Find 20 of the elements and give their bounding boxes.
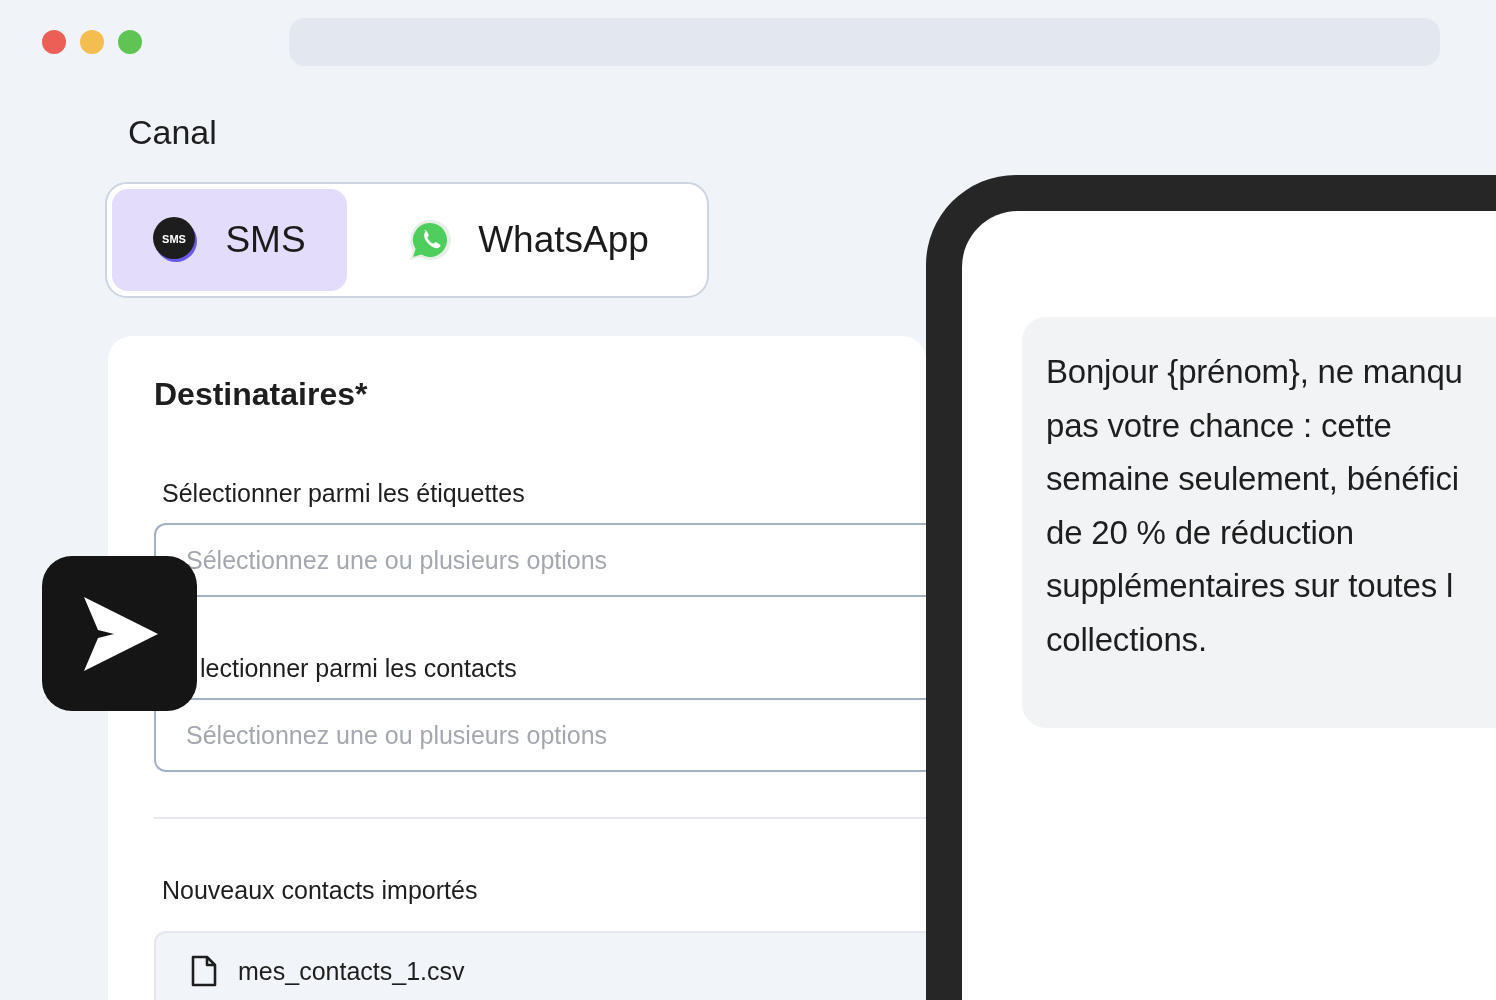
channel-tab[interactable]: SMS SMS [112, 189, 347, 291]
file-name: mes_contacts_1.csv [238, 956, 465, 986]
message-line: semaine seulement, bénéfici [1046, 459, 1460, 499]
window-control-dot[interactable] [118, 30, 142, 54]
window-control-dot[interactable] [42, 30, 66, 54]
field-label: Nouveaux contacts importés [162, 875, 479, 905]
card-title: Destinataires* [154, 375, 369, 414]
phone-chat-icon [408, 218, 453, 262]
field-label: lectionner parmi les contacts [200, 653, 518, 683]
message-line: collections. [1046, 619, 1208, 660]
message-line: Bonjour {prénom}, ne manqu [1046, 352, 1464, 392]
channel-tab[interactable]: WhatsApp [355, 189, 702, 291]
file-icon [190, 954, 218, 988]
message-line: pas votre chance : cette [1046, 405, 1393, 446]
window-control-dot[interactable] [80, 30, 104, 54]
message-line: de 20 % de réduction [1046, 512, 1355, 553]
field-label: Sélectionner parmi les étiquettes [162, 478, 526, 508]
section-title: Canal [128, 112, 218, 152]
file-item[interactable]: mes_contacts_1.csv [154, 931, 926, 1000]
message-line: supplémentaires sur toutes l [1046, 566, 1455, 606]
